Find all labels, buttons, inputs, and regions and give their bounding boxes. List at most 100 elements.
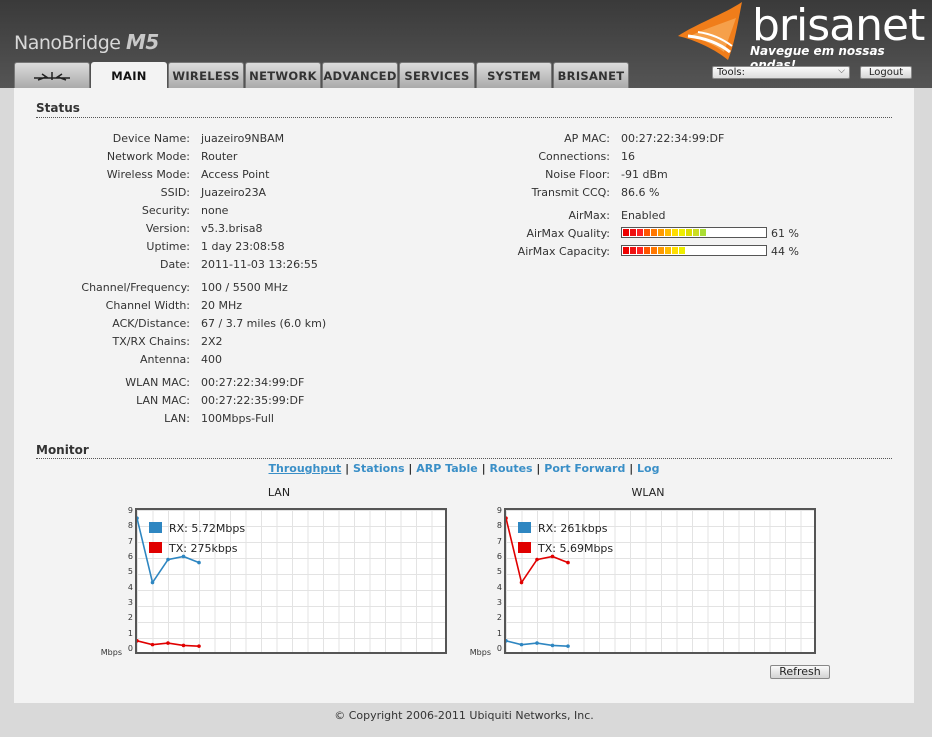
status-value: Juazeiro23A — [201, 186, 267, 199]
lan-chart: RX: 5.72Mbps TX: 275kbps — [135, 508, 447, 654]
status-label: Device Name: — [112, 132, 190, 145]
y-axis-unit: Mbps — [100, 648, 122, 657]
status-value: juazeiro9NBAM — [201, 132, 285, 145]
data-point — [181, 554, 186, 559]
airmax-quality-bar — [621, 227, 767, 238]
status-label: ACK/Distance: — [112, 317, 190, 330]
link-routes[interactable]: Routes — [489, 462, 532, 475]
legend-label: RX: 5.72Mbps — [169, 522, 246, 535]
airmax-bar-segment — [651, 247, 657, 254]
y-tick-label: 5 — [496, 567, 502, 577]
status-label: Channel Width: — [105, 299, 190, 312]
airmax-bar-segment — [700, 229, 706, 236]
tab-ubiquiti-logo[interactable] — [14, 62, 90, 88]
chart-title: WLAN — [631, 486, 665, 499]
link-stations[interactable]: Stations — [353, 462, 405, 475]
airmax-bar-segment — [623, 247, 629, 254]
y-tick-label: 3 — [127, 598, 133, 607]
link-throughput[interactable]: Throughput — [269, 462, 342, 475]
airmax-bar-segment — [651, 229, 657, 236]
status-value: 00:27:22:35:99:DF — [201, 394, 305, 407]
airmax-capacity-value: 44 % — [771, 245, 799, 258]
airmax-quality-label: AirMax Quality: — [526, 227, 610, 240]
y-tick-label: 3 — [496, 598, 502, 607]
data-point — [166, 641, 170, 645]
chevron-down-icon: ⌵ — [838, 66, 845, 76]
airmax-capacity-bar — [621, 245, 767, 256]
product-model: M5 — [126, 30, 159, 54]
airmax-bar-segment — [679, 247, 685, 254]
status-value: 100 / 5500 MHz — [201, 281, 288, 294]
status-label: TX/RX Chains: — [112, 335, 191, 348]
y-axis-unit: Mbps — [469, 648, 491, 657]
footer-copyright: © Copyright 2006-2011 Ubiquiti Networks,… — [334, 709, 594, 722]
status-label: LAN: — [164, 412, 190, 425]
wlan-chart: RX: 261kbps TX: 5.69Mbps — [504, 508, 816, 654]
link-port-forward[interactable]: Port Forward — [544, 462, 625, 475]
airmax-bar-segment — [658, 229, 664, 236]
status-label: Transmit CCQ: — [531, 186, 610, 199]
status-label: Security: — [141, 204, 190, 217]
data-point — [137, 516, 139, 520]
status-value: Access Point — [201, 168, 270, 181]
airmax-bar-segment — [665, 247, 671, 254]
airmax-bar-segment — [644, 247, 650, 254]
data-point — [550, 554, 555, 559]
data-point — [550, 643, 555, 648]
tab-main[interactable]: MAIN — [91, 62, 167, 89]
status-value: 400 — [201, 353, 222, 366]
airmax-bar-segment — [623, 229, 629, 236]
data-point — [150, 642, 155, 647]
tab-system[interactable]: SYSTEM — [476, 62, 552, 88]
tab-services[interactable]: SERVICES — [399, 62, 475, 88]
monitor-links: Throughput | Stations | ARP Table | Rout… — [268, 462, 660, 475]
tools-select[interactable]: Tools: ⌵ — [712, 66, 850, 79]
status-value: v5.3.brisa8 — [201, 222, 263, 235]
y-tick-label: 6 — [127, 552, 133, 561]
link-log[interactable]: Log — [637, 462, 659, 475]
status-value: 2011-11-03 13:26:55 — [201, 258, 318, 271]
tab-advanced[interactable]: ADVANCED — [322, 62, 398, 88]
y-tick-label: 4 — [127, 582, 133, 592]
airmax-bar-segment — [679, 229, 685, 236]
status-value: 1 day 23:08:58 — [201, 240, 285, 253]
monitor-section-title: Monitor — [36, 443, 89, 457]
legend-swatch-rx — [518, 522, 531, 533]
status-value: 2X2 — [201, 335, 223, 348]
status-label: Version: — [145, 222, 190, 235]
tab-wireless[interactable]: WIRELESS — [168, 62, 244, 88]
data-point — [566, 644, 570, 648]
status-value: 67 / 3.7 miles (6.0 km) — [201, 317, 327, 330]
logout-button[interactable]: Logout — [860, 66, 912, 79]
legend-swatch-tx — [518, 542, 531, 553]
tab-network[interactable]: NETWORK — [245, 62, 321, 88]
tab-brisanet[interactable]: BRISANET — [553, 62, 629, 88]
status-label: Network Mode: — [106, 150, 190, 163]
status-label: Antenna: — [140, 353, 190, 366]
data-point — [166, 557, 170, 562]
airmax-capacity-label: AirMax Capacity: — [517, 245, 610, 258]
data-point — [519, 580, 524, 585]
data-point — [535, 557, 539, 562]
status-value: none — [201, 204, 229, 217]
y-tick-label: 9 — [496, 506, 502, 515]
airmax-bar-segment — [693, 229, 699, 236]
status-label: Date: — [160, 258, 190, 271]
airmax-bar-segment — [672, 229, 678, 236]
data-point — [197, 644, 201, 648]
airmax-bar-segment — [686, 229, 692, 236]
refresh-button[interactable]: Refresh — [770, 665, 830, 679]
link-arp-table[interactable]: ARP Table — [416, 462, 478, 475]
status-label: SSID: — [160, 186, 190, 199]
product-logo: NanoBridge M5 — [14, 30, 159, 54]
data-point — [506, 639, 508, 643]
airmax-bar-segment — [637, 247, 643, 254]
status-value: Enabled — [621, 209, 666, 222]
data-point — [506, 516, 508, 520]
legend-swatch-tx — [149, 542, 162, 553]
legend-label: TX: 275kbps — [169, 542, 238, 555]
data-point — [535, 641, 539, 645]
tools-select-label: Tools: — [717, 67, 746, 78]
y-tick-label: 6 — [496, 552, 502, 561]
status-value: -91 dBm — [621, 168, 668, 181]
